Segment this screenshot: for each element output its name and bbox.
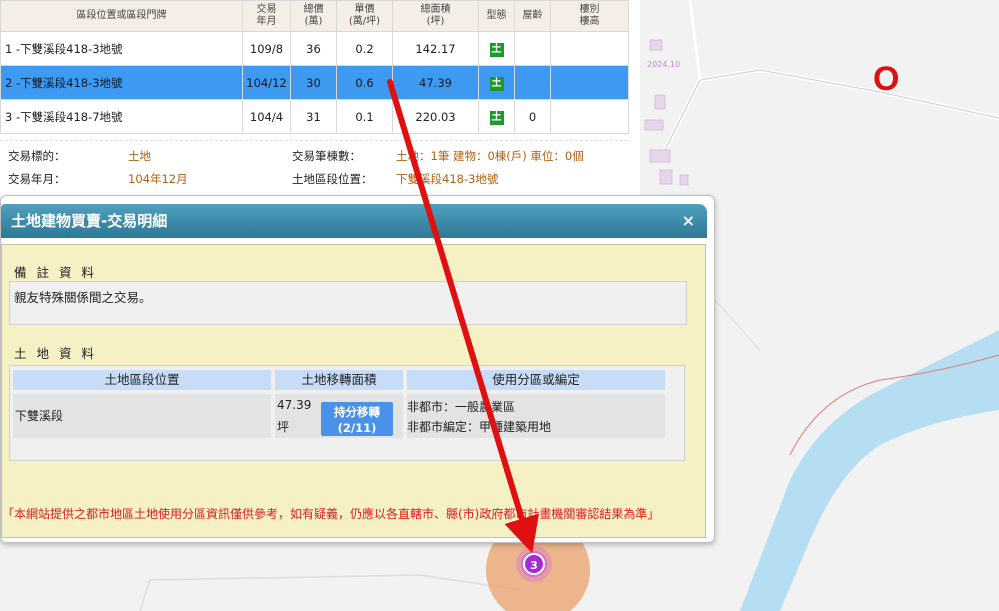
partial-transfer-button[interactable]: 持分移轉 (2/11) — [321, 402, 393, 436]
subject-value: 土地 — [128, 149, 151, 163]
table-row-selected[interactable]: 2 -下雙溪段418-3地號 104/12 30 0.6 47.39 土 — [0, 65, 629, 100]
land-type-icon: 土 — [489, 110, 504, 125]
cell-type: 土 — [478, 99, 515, 134]
cell-type: 土 — [478, 31, 515, 66]
dialog-title-bar[interactable]: 土地建物買賣-交易明細 × — [1, 204, 707, 238]
transaction-table: 區段位置或區段門牌 交易 年月 總價 (萬) 單價 (萬/坪) 總面積 (坪) 型態 屋… — [0, 0, 629, 134]
cell-location: 1 -下雙溪段418-3地號 — [0, 31, 243, 66]
remarks-box: 親友特殊關係間之交易。 — [9, 281, 687, 325]
transaction-detail-dialog: 土地建物買賣-交易明細 × 備 註 資 料 親友特殊關係間之交易。 土 地 資 … — [0, 195, 715, 543]
cell-area: 142.17 — [392, 31, 479, 66]
cell-area: 47.39 — [392, 65, 479, 100]
table-row[interactable]: 3 -下雙溪段418-7地號 104/4 31 0.1 220.03 土 0 — [0, 99, 629, 134]
header-date[interactable]: 交易 年月 — [242, 0, 291, 32]
transfer-status-label: 持分移轉 — [334, 405, 380, 419]
zoning-line-2: 非都市編定：甲種建築用地 — [407, 420, 552, 434]
cell-unit-price: 0.6 — [336, 65, 393, 100]
cell-type: 土 — [478, 65, 515, 100]
cell-floor — [550, 65, 629, 100]
cell-date: 109/8 — [242, 31, 291, 66]
cell-total: 36 — [290, 31, 337, 66]
transfer-ratio-label: (2/11) — [337, 421, 377, 435]
land-zoning-cell: 非都市：一般農業區 非都市編定：甲種建築用地 — [407, 394, 665, 438]
cell-floor — [550, 99, 629, 134]
annotation-o-mark: O — [873, 60, 900, 98]
location-value: 下雙溪段418-3地號 — [396, 172, 499, 186]
header-unit-price[interactable]: 單價 (萬/坪) — [336, 0, 393, 32]
land-header-area: 土地移轉面積 — [275, 370, 403, 390]
map-faint-label: 2024.10 — [647, 60, 681, 69]
land-header-location: 土地區段位置 — [13, 370, 271, 390]
land-type-icon: 土 — [489, 76, 504, 91]
cell-location: 2 -下雙溪段418-3地號 — [0, 65, 243, 100]
land-area-value: 47.39 — [277, 398, 312, 412]
header-age[interactable]: 屋齡 — [514, 0, 551, 32]
cell-age — [514, 31, 551, 66]
cell-total: 31 — [290, 99, 337, 134]
land-area-unit: 坪 — [277, 420, 290, 434]
location-label: 土地區段位置： — [292, 172, 373, 186]
dialog-title: 土地建物買賣-交易明細 — [11, 212, 168, 230]
cell-unit-price: 0.1 — [336, 99, 393, 134]
cell-location: 3 -下雙溪段418-7地號 — [0, 99, 243, 134]
land-location-cell: 下雙溪段 — [13, 394, 271, 438]
zoning-disclaimer: 「本網站提供之都市地區土地使用分區資訊僅供參考，如有疑義，仍應以各直轄市、縣(市… — [2, 507, 660, 521]
table-row[interactable]: 1 -下雙溪段418-3地號 109/8 36 0.2 142.17 土 — [0, 31, 629, 66]
cell-unit-price: 0.2 — [336, 31, 393, 66]
cell-age — [514, 65, 551, 100]
count-value: 土地：1筆 建物：0棟(戶) 車位：0個 — [396, 149, 584, 163]
table-header-row: 區段位置或區段門牌 交易 年月 總價 (萬) 單價 (萬/坪) 總面積 (坪) 型態 屋… — [0, 0, 629, 32]
transaction-panel: 區段位置或區段門牌 交易 年月 總價 (萬) 單價 (萬/坪) 總面積 (坪) 型態 屋… — [0, 0, 640, 201]
cell-total: 30 — [290, 65, 337, 100]
land-section-title: 土 地 資 料 — [14, 346, 97, 361]
subject-label: 交易標的： — [8, 149, 66, 163]
cell-area: 220.03 — [392, 99, 479, 134]
header-area[interactable]: 總面積 (坪) — [392, 0, 479, 32]
count-label: 交易筆棟數： — [292, 149, 361, 163]
cell-floor — [550, 31, 629, 66]
land-type-icon: 土 — [489, 42, 504, 57]
land-header-zoning: 使用分區或編定 — [407, 370, 665, 390]
close-icon[interactable]: × — [682, 204, 695, 238]
header-floor[interactable]: 樓別 樓高 — [550, 0, 629, 32]
date-label: 交易年月： — [8, 172, 66, 186]
cell-age: 0 — [514, 99, 551, 134]
map-cluster-marker[interactable]: 3 — [523, 553, 545, 575]
header-type[interactable]: 型態 — [478, 0, 515, 32]
transaction-summary: 交易標的： 土地 交易筆棟數： 土地：1筆 建物：0棟(戶) 車位：0個 交易年… — [0, 140, 628, 201]
cell-date: 104/4 — [242, 99, 291, 134]
header-total[interactable]: 總價 (萬) — [290, 0, 337, 32]
dialog-body: 備 註 資 料 親友特殊關係間之交易。 土 地 資 料 土地區段位置 土地移轉面… — [1, 244, 706, 538]
remarks-section-title: 備 註 資 料 — [14, 265, 97, 280]
date-value: 104年12月 — [128, 172, 188, 186]
cell-date: 104/12 — [242, 65, 291, 100]
header-location[interactable]: 區段位置或區段門牌 — [0, 0, 243, 32]
zoning-line-1: 非都市：一般農業區 — [407, 400, 516, 414]
